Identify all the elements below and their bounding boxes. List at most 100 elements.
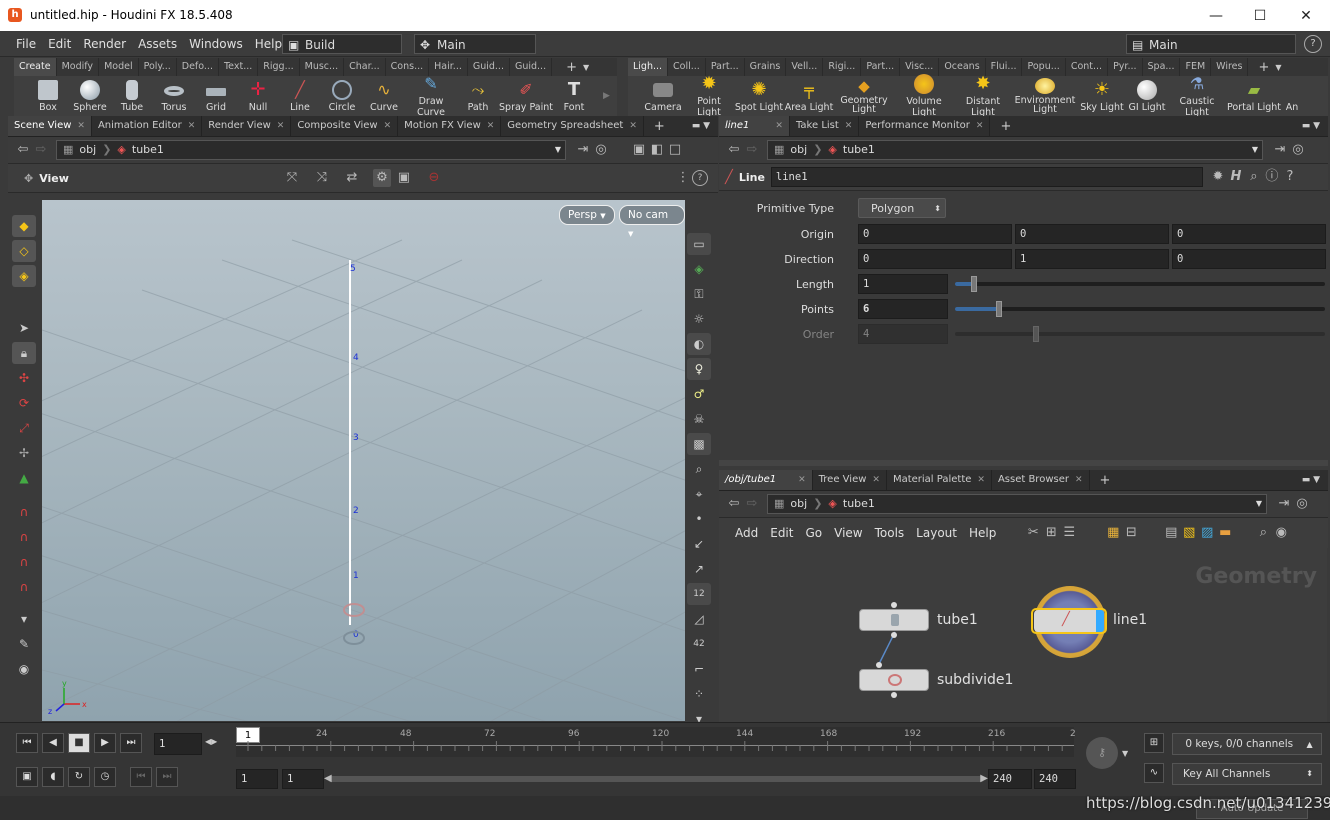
range-start-field[interactable]: 1 xyxy=(236,769,278,789)
close-tab-icon[interactable]: ✕ xyxy=(775,116,783,136)
link-icon[interactable]: ◎ xyxy=(592,141,610,159)
prev-key-icon[interactable]: ⏮ xyxy=(130,767,152,787)
display-icon[interactable]: ▣ xyxy=(395,169,413,187)
link-icon[interactable]: ◎ xyxy=(1289,141,1307,159)
magnet-grid-icon[interactable]: ∩ xyxy=(12,526,36,548)
timeline-track[interactable]: 1 24 48 72 96 120 144 168 192 216 2 xyxy=(236,727,1076,757)
uv-icon[interactable]: ⌐ xyxy=(687,658,711,680)
tool-geometry-light[interactable]: ◆ Geometry Light xyxy=(834,78,894,114)
net-menu-add[interactable]: Add xyxy=(729,521,764,545)
magnet-multi-icon[interactable]: ∩ xyxy=(12,576,36,598)
stop-icon[interactable]: ■ xyxy=(68,733,90,753)
render-cam-icon[interactable]: ⌖ xyxy=(687,483,711,505)
tool-ambient-light[interactable]: An xyxy=(1282,80,1302,113)
magnet-point-icon[interactable]: ∩ xyxy=(12,551,36,573)
tool-portal-light[interactable]: ▰ Portal Light xyxy=(1226,80,1282,113)
image-icon[interactable]: ▤ xyxy=(1162,524,1180,542)
tool-path[interactable]: ⤳ Path xyxy=(457,80,499,113)
context-select[interactable]: ✥ Main xyxy=(414,34,536,54)
path-root[interactable]: obj xyxy=(790,141,807,159)
close-tab-icon[interactable]: ✕ xyxy=(384,116,392,136)
play-forward-icon[interactable]: ▶ xyxy=(94,733,116,753)
shelf-tab-characters[interactable]: Char... xyxy=(344,58,386,76)
tool-font[interactable]: T Font xyxy=(553,79,595,113)
pin-icon[interactable]: ⇥ xyxy=(1275,495,1293,513)
close-tab-icon[interactable]: ✕ xyxy=(629,116,637,136)
search-icon[interactable]: ⌕ xyxy=(1245,168,1263,186)
tab-geometry-spreadsheet[interactable]: Geometry Spreadsheet ✕ xyxy=(501,116,644,136)
net-search-icon[interactable]: ⌕ xyxy=(1254,524,1272,542)
pointer-icon[interactable]: ➤ xyxy=(12,317,36,339)
viewport-3d[interactable]: 0 1 2 3 4 5 x y z Persp ▼ No cam ▼ xyxy=(42,200,685,721)
primitive-icon[interactable]: ◿ xyxy=(687,608,711,630)
point-numbers-icon[interactable]: 12 xyxy=(687,583,711,605)
edge-icon[interactable]: ↗ xyxy=(687,558,711,580)
tree-icon[interactable]: ⊞ xyxy=(1042,524,1060,542)
tool-sphere[interactable]: Sphere xyxy=(69,79,111,113)
range-slider[interactable]: ◀ ▶ xyxy=(324,773,988,784)
shelf-right-menu-icon[interactable]: ▼ xyxy=(1275,63,1281,72)
jump-start-icon[interactable]: ⏮ xyxy=(16,733,38,753)
menu-file[interactable]: File xyxy=(10,32,42,56)
tool-environment-light[interactable]: Environment Light xyxy=(1012,78,1078,114)
origin-x-field[interactable]: 0 xyxy=(858,224,1012,244)
shelf-tab-rigging[interactable]: Rigg... xyxy=(258,58,300,76)
tool-camera[interactable]: Camera xyxy=(642,80,684,113)
tool-torus[interactable]: Torus xyxy=(153,80,195,113)
desktop-select[interactable]: ▣ Build xyxy=(282,34,402,54)
close-tab-icon[interactable]: ✕ xyxy=(77,116,85,136)
play-reverse-icon[interactable]: ◀ xyxy=(42,733,64,753)
note-icon[interactable]: ▧ xyxy=(1180,524,1198,542)
add-shelf-right-icon[interactable]: + xyxy=(1258,60,1269,75)
direction-y-field[interactable]: 1 xyxy=(1015,249,1169,269)
loop-icon[interactable]: ↻ xyxy=(68,767,90,787)
path-dropdown-icon[interactable]: ▼ xyxy=(1252,141,1258,159)
points-field[interactable]: 6 xyxy=(858,299,948,319)
tab-animation-editor[interactable]: Animation Editor ✕ xyxy=(92,116,203,136)
shelf-tab-vellum[interactable]: Vell... xyxy=(786,58,824,76)
normal-icon[interactable]: ↙ xyxy=(687,533,711,555)
tool-draw-curve[interactable]: ✎ Draw Curve xyxy=(405,74,457,118)
node-output-dot[interactable] xyxy=(891,692,897,698)
back-arrow-icon[interactable]: ⇦ xyxy=(14,141,32,159)
select-edges-icon[interactable]: ◈ xyxy=(12,265,36,287)
path-node[interactable]: tube1 xyxy=(843,495,875,513)
stop-icon[interactable]: ⊖ xyxy=(425,169,443,187)
tool-volume-light[interactable]: Volume Light xyxy=(894,74,954,118)
shelf-tab-lights[interactable]: Ligh... xyxy=(628,58,669,76)
shading-icon[interactable]: ◐ xyxy=(687,333,711,355)
path-root[interactable]: obj xyxy=(790,495,807,513)
key-all-channels-select[interactable]: Key All Channels ⬍ xyxy=(1172,763,1322,785)
pane-splitter[interactable] xyxy=(719,460,1328,466)
length-slider[interactable] xyxy=(955,276,1325,292)
node-input-dot[interactable] xyxy=(891,602,897,608)
right-desktop-select[interactable]: ▤ Main xyxy=(1126,34,1296,54)
add-tab-icon[interactable]: + xyxy=(1100,473,1111,488)
close-tab-icon[interactable]: ✕ xyxy=(188,116,196,136)
headlight-icon[interactable]: ♂ xyxy=(687,383,711,405)
tab-render-view[interactable]: Render View ✕ xyxy=(202,116,292,136)
menu-assets[interactable]: Assets xyxy=(132,32,183,56)
snap-icon[interactable]: ⚙ xyxy=(372,169,391,187)
shelf-tab-muscles[interactable]: Musc... xyxy=(300,58,345,76)
close-tab-icon[interactable]: ✕ xyxy=(976,116,984,136)
tool-point-light[interactable]: ✹ Point Light xyxy=(684,74,734,119)
tool-grid[interactable]: Grid xyxy=(195,80,237,113)
node-input-dot[interactable] xyxy=(876,662,882,668)
net-menu-help[interactable]: Help xyxy=(963,521,1002,545)
wire-icon[interactable]: ◈ xyxy=(687,258,711,280)
tab-material-palette[interactable]: Material Palette ✕ xyxy=(887,470,992,490)
tool-gi-light[interactable]: GI Light xyxy=(1126,79,1168,113)
gear-icon[interactable]: ✹ xyxy=(1209,168,1227,186)
add-tab-icon[interactable]: + xyxy=(654,119,665,134)
tool-null[interactable]: ✛ Null xyxy=(237,79,279,113)
network-editor[interactable]: Geometry tube1 subdivide1 ╱ line1 xyxy=(719,548,1327,722)
frame-icon[interactable]: □ xyxy=(666,141,684,159)
path-dropdown-icon[interactable]: ▼ xyxy=(1256,495,1262,513)
close-button[interactable]: ✕ xyxy=(1296,6,1316,26)
tab-performance-monitor[interactable]: Performance Monitor ✕ xyxy=(859,116,991,136)
add-tab-icon[interactable]: + xyxy=(1000,119,1011,134)
next-key-icon[interactable]: ⏭ xyxy=(156,767,178,787)
camera-menu[interactable]: No cam ▼ xyxy=(619,205,685,238)
persp-menu[interactable]: Persp ▼ xyxy=(559,205,615,225)
